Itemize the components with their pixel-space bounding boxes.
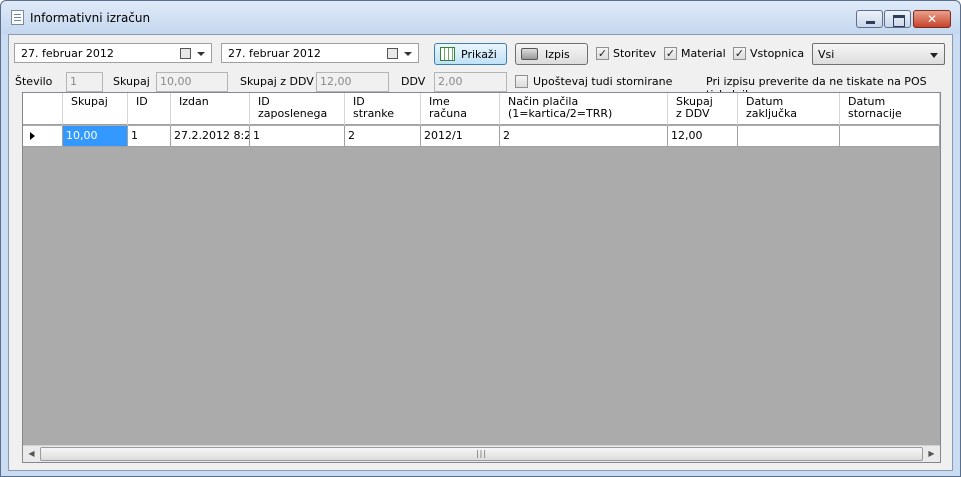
skupaj-field[interactable]: 10,00 xyxy=(156,72,228,92)
chevron-down-icon[interactable] xyxy=(404,52,412,56)
storno-checkbox[interactable] xyxy=(515,75,528,88)
ddv-label: DDV xyxy=(401,75,426,88)
printer-icon xyxy=(521,48,538,60)
show-button-label: Prikaži xyxy=(461,48,497,61)
app-window: Informativni izračun ✕ 27. februar 2012 … xyxy=(0,0,961,477)
storno-label: Upoštevaj tudi stornirane xyxy=(533,75,673,88)
calendar-icon[interactable] xyxy=(180,48,191,59)
grid-icon xyxy=(440,47,455,61)
table-cell[interactable]: 27.2.2012 8:28 xyxy=(171,126,250,147)
column-header[interactable]: Skupaj xyxy=(63,93,128,125)
material-checkbox[interactable]: ✓ xyxy=(664,47,677,60)
date-from-picker[interactable]: 27. februar 2012 xyxy=(14,43,212,63)
column-header[interactable]: Ime računa xyxy=(421,93,500,125)
stevilo-field[interactable]: 1 xyxy=(66,72,103,92)
table-cell[interactable]: 1 xyxy=(128,126,171,147)
scrollbar-thumb[interactable]: ||| xyxy=(40,447,923,461)
close-button[interactable]: ✕ xyxy=(913,10,951,28)
vstopnica-label: Vstopnica xyxy=(750,47,805,60)
column-header[interactable]: ID xyxy=(128,93,171,125)
scroll-left-icon[interactable]: ◀ xyxy=(23,446,40,462)
row-pointer-icon[interactable] xyxy=(23,126,63,147)
client-area: 27. februar 2012 27. februar 2012 Prikaž… xyxy=(8,34,953,471)
filter-select[interactable]: Vsi xyxy=(812,43,945,65)
column-header[interactable]: Datum zaključka xyxy=(738,93,840,125)
scroll-right-icon[interactable]: ▶ xyxy=(923,446,940,462)
table-cell[interactable]: 10,00 xyxy=(63,126,128,147)
stevilo-label: Število xyxy=(15,75,53,88)
chevron-down-icon[interactable] xyxy=(197,52,205,56)
table-cell[interactable]: 2012/1 xyxy=(421,126,500,147)
skupaj-ddv-label: Skupaj z DDV xyxy=(240,75,314,88)
maximize-button[interactable] xyxy=(884,10,911,28)
print-button-label: Izpis xyxy=(545,48,570,61)
table-cell[interactable]: 2 xyxy=(500,126,668,147)
minimize-button[interactable] xyxy=(856,10,883,28)
column-header[interactable]: Datum stornacije xyxy=(840,93,940,125)
filter-select-value: Vsi xyxy=(818,48,835,61)
column-header[interactable]: ID stranke xyxy=(345,93,421,125)
calendar-icon[interactable] xyxy=(387,48,398,59)
skupaj-label: Skupaj xyxy=(113,75,150,88)
print-button[interactable]: Izpis xyxy=(515,43,588,65)
table-cell[interactable] xyxy=(738,126,840,147)
show-button[interactable]: Prikaži xyxy=(434,43,507,65)
material-label: Material xyxy=(681,47,726,60)
results-grid[interactable]: Skupaj ID Izdan ID zaposlenega ID stranke Ime… xyxy=(22,92,941,463)
title-bar[interactable]: Informativni izračun ✕ xyxy=(1,1,960,34)
storitev-label: Storitev xyxy=(613,47,657,60)
horizontal-scrollbar[interactable]: ◀ ||| ▶ xyxy=(23,445,940,462)
chevron-down-icon xyxy=(930,53,938,58)
table-cell[interactable] xyxy=(840,126,940,147)
column-header[interactable]: ID zaposlenega xyxy=(250,93,345,125)
app-document-icon xyxy=(11,10,24,25)
column-header[interactable]: Način plačila (1=kartica/2=TRR) xyxy=(500,93,668,125)
skupaj-ddv-field[interactable]: 12,00 xyxy=(316,72,389,92)
grid-corner[interactable] xyxy=(23,93,63,125)
ddv-field[interactable]: 2,00 xyxy=(434,72,507,92)
column-header[interactable]: Izdan xyxy=(171,93,250,125)
window-title: Informativni izračun xyxy=(30,11,151,25)
date-from-value: 27. februar 2012 xyxy=(21,47,114,60)
table-cell[interactable]: 2 xyxy=(345,126,421,147)
table-cell[interactable]: 12,00 xyxy=(668,126,738,147)
table-cell[interactable]: 1 xyxy=(250,126,345,147)
storitev-checkbox[interactable]: ✓ xyxy=(596,47,609,60)
column-header[interactable]: Skupaj z DDV xyxy=(668,93,738,125)
grid-header: Skupaj ID Izdan ID zaposlenega ID stranke Ime… xyxy=(23,93,940,125)
date-to-picker[interactable]: 27. februar 2012 xyxy=(221,43,419,63)
close-icon: ✕ xyxy=(926,12,938,26)
vstopnica-checkbox[interactable]: ✓ xyxy=(733,47,746,60)
date-to-value: 27. februar 2012 xyxy=(228,47,321,60)
